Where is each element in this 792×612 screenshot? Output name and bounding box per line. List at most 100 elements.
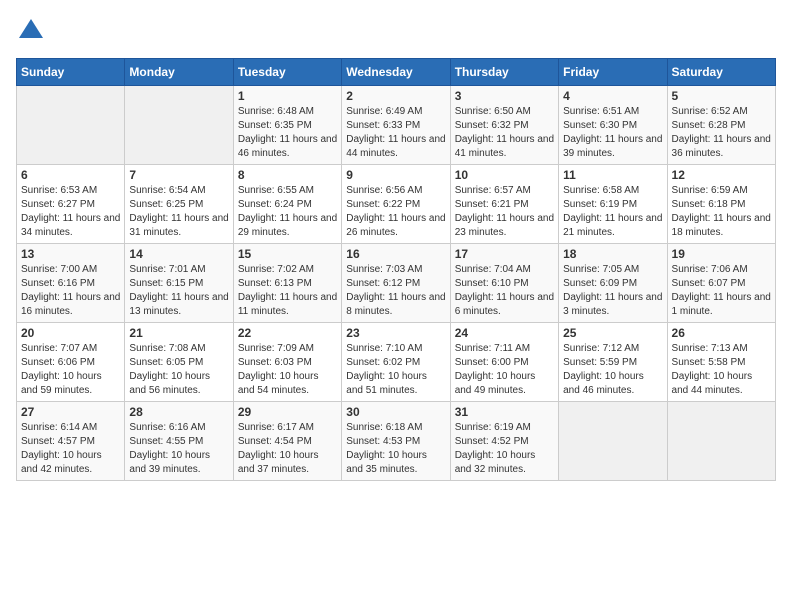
day-number: 13 [21, 247, 120, 261]
day-number: 10 [455, 168, 554, 182]
day-info: Sunrise: 7:13 AM Sunset: 5:58 PM Dayligh… [672, 342, 771, 398]
day-number: 6 [21, 168, 120, 182]
day-number: 4 [563, 89, 662, 103]
day-cell: 31 Sunrise: 6:19 AM Sunset: 4:52 PM Dayli… [450, 402, 558, 481]
week-row-4: 20 Sunrise: 7:07 AM Sunset: 6:06 PM Dayli… [17, 323, 776, 402]
day-cell: 27 Sunrise: 6:14 AM Sunset: 4:57 PM Dayli… [17, 402, 125, 481]
day-number: 24 [455, 326, 554, 340]
day-cell [125, 86, 233, 165]
day-info: Sunrise: 6:14 AM Sunset: 4:57 PM Dayligh… [21, 421, 120, 477]
day-info: Sunrise: 6:49 AM Sunset: 6:33 PM Dayligh… [346, 105, 445, 161]
day-cell: 15 Sunrise: 7:02 AM Sunset: 6:13 PM Dayli… [233, 244, 341, 323]
day-info: Sunrise: 6:48 AM Sunset: 6:35 PM Dayligh… [238, 105, 337, 161]
day-cell: 12 Sunrise: 6:59 AM Sunset: 6:18 PM Dayli… [667, 165, 775, 244]
day-info: Sunrise: 6:50 AM Sunset: 6:32 PM Dayligh… [455, 105, 554, 161]
day-cell: 16 Sunrise: 7:03 AM Sunset: 6:12 PM Dayli… [342, 244, 450, 323]
day-cell: 9 Sunrise: 6:56 AM Sunset: 6:22 PM Daylig… [342, 165, 450, 244]
day-number: 5 [672, 89, 771, 103]
day-number: 8 [238, 168, 337, 182]
day-cell: 29Sunrise: 6:17 AM Sunset: 4:54 PM Dayli… [233, 402, 341, 481]
day-cell: 18Sunrise: 7:05 AM Sunset: 6:09 PM Dayli… [559, 244, 667, 323]
day-number: 12 [672, 168, 771, 182]
day-number: 26 [672, 326, 771, 340]
day-cell: 21 Sunrise: 7:08 AM Sunset: 6:05 PM Dayli… [125, 323, 233, 402]
day-info: Sunrise: 6:18 AM Sunset: 4:53 PM Dayligh… [346, 421, 445, 477]
day-cell: 1 Sunrise: 6:48 AM Sunset: 6:35 PM Daylig… [233, 86, 341, 165]
day-number: 31 [455, 405, 554, 419]
day-number: 22 [238, 326, 337, 340]
day-cell: 26 Sunrise: 7:13 AM Sunset: 5:58 PM Dayli… [667, 323, 775, 402]
day-number: 20 [21, 326, 120, 340]
day-number: 16 [346, 247, 445, 261]
day-info: Sunrise: 6:51 AM Sunset: 6:30 PM Dayligh… [563, 105, 662, 161]
day-cell: 7 Sunrise: 6:54 AM Sunset: 6:25 PM Daylig… [125, 165, 233, 244]
day-number: 15 [238, 247, 337, 261]
day-cell: 20 Sunrise: 7:07 AM Sunset: 6:06 PM Dayli… [17, 323, 125, 402]
logo-icon [16, 16, 46, 46]
day-number: 17 [455, 247, 554, 261]
day-cell: 8 Sunrise: 6:55 AM Sunset: 6:24 PM Daylig… [233, 165, 341, 244]
day-info: Sunrise: 6:53 AM Sunset: 6:27 PM Dayligh… [21, 184, 120, 240]
day-number: 7 [129, 168, 228, 182]
day-cell: 22 Sunrise: 7:09 AM Sunset: 6:03 PM Dayli… [233, 323, 341, 402]
day-cell: 5 Sunrise: 6:52 AM Sunset: 6:28 PM Daylig… [667, 86, 775, 165]
day-info: Sunrise: 6:56 AM Sunset: 6:22 PM Dayligh… [346, 184, 445, 240]
header-cell-tuesday: Tuesday [233, 59, 341, 86]
day-number: 21 [129, 326, 228, 340]
day-cell: 24 Sunrise: 7:11 AM Sunset: 6:00 PM Dayli… [450, 323, 558, 402]
day-info: Sunrise: 6:59 AM Sunset: 6:18 PM Dayligh… [672, 184, 771, 240]
header-cell-sunday: Sunday [17, 59, 125, 86]
day-cell: 2 Sunrise: 6:49 AM Sunset: 6:33 PM Daylig… [342, 86, 450, 165]
day-info: Sunrise: 7:09 AM Sunset: 6:03 PM Dayligh… [238, 342, 337, 398]
day-cell [667, 402, 775, 481]
day-info: Sunrise: 7:00 AM Sunset: 6:16 PM Dayligh… [21, 263, 120, 319]
header-cell-saturday: Saturday [667, 59, 775, 86]
day-cell: 28Sunrise: 6:16 AM Sunset: 4:55 PM Dayli… [125, 402, 233, 481]
day-number: 2 [346, 89, 445, 103]
day-number: 30 [346, 405, 445, 419]
day-number: 27 [21, 405, 120, 419]
header-cell-thursday: Thursday [450, 59, 558, 86]
day-info: Sunrise: 7:01 AM Sunset: 6:15 PM Dayligh… [129, 263, 228, 319]
day-info: Sunrise: 7:10 AM Sunset: 6:02 PM Dayligh… [346, 342, 445, 398]
day-cell [559, 402, 667, 481]
day-number: 11 [563, 168, 662, 182]
day-info: Sunrise: 7:02 AM Sunset: 6:13 PM Dayligh… [238, 263, 337, 319]
logo [16, 16, 50, 46]
day-info: Sunrise: 7:11 AM Sunset: 6:00 PM Dayligh… [455, 342, 554, 398]
day-info: Sunrise: 6:19 AM Sunset: 4:52 PM Dayligh… [455, 421, 554, 477]
day-number: 29 [238, 405, 337, 419]
day-info: Sunrise: 7:08 AM Sunset: 6:05 PM Dayligh… [129, 342, 228, 398]
day-number: 3 [455, 89, 554, 103]
week-row-1: 1 Sunrise: 6:48 AM Sunset: 6:35 PM Daylig… [17, 86, 776, 165]
page-header [16, 16, 776, 46]
day-number: 1 [238, 89, 337, 103]
week-row-5: 27 Sunrise: 6:14 AM Sunset: 4:57 PM Dayli… [17, 402, 776, 481]
day-info: Sunrise: 6:54 AM Sunset: 6:25 PM Dayligh… [129, 184, 228, 240]
day-info: Sunrise: 7:03 AM Sunset: 6:12 PM Dayligh… [346, 263, 445, 319]
day-info: Sunrise: 7:07 AM Sunset: 6:06 PM Dayligh… [21, 342, 120, 398]
day-cell: 17Sunrise: 7:04 AM Sunset: 6:10 PM Dayli… [450, 244, 558, 323]
day-cell: 4 Sunrise: 6:51 AM Sunset: 6:30 PM Daylig… [559, 86, 667, 165]
day-cell: 11 Sunrise: 6:58 AM Sunset: 6:19 PM Dayli… [559, 165, 667, 244]
day-info: Sunrise: 6:52 AM Sunset: 6:28 PM Dayligh… [672, 105, 771, 161]
day-info: Sunrise: 7:12 AM Sunset: 5:59 PM Dayligh… [563, 342, 662, 398]
day-info: Sunrise: 7:05 AM Sunset: 6:09 PM Dayligh… [563, 263, 662, 319]
day-cell: 23Sunrise: 7:10 AM Sunset: 6:02 PM Dayli… [342, 323, 450, 402]
day-cell: 19Sunrise: 7:06 AM Sunset: 6:07 PM Dayli… [667, 244, 775, 323]
day-info: Sunrise: 6:55 AM Sunset: 6:24 PM Dayligh… [238, 184, 337, 240]
day-cell: 6 Sunrise: 6:53 AM Sunset: 6:27 PM Daylig… [17, 165, 125, 244]
day-info: Sunrise: 6:16 AM Sunset: 4:55 PM Dayligh… [129, 421, 228, 477]
header-cell-monday: Monday [125, 59, 233, 86]
day-number: 9 [346, 168, 445, 182]
day-cell [17, 86, 125, 165]
day-cell: 25Sunrise: 7:12 AM Sunset: 5:59 PM Dayli… [559, 323, 667, 402]
day-cell: 13 Sunrise: 7:00 AM Sunset: 6:16 PM Dayli… [17, 244, 125, 323]
day-number: 14 [129, 247, 228, 261]
week-row-3: 13 Sunrise: 7:00 AM Sunset: 6:16 PM Dayli… [17, 244, 776, 323]
day-cell: 30 Sunrise: 6:18 AM Sunset: 4:53 PM Dayli… [342, 402, 450, 481]
header-cell-friday: Friday [559, 59, 667, 86]
header-row: SundayMondayTuesdayWednesdayThursdayFrid… [17, 59, 776, 86]
calendar-table: SundayMondayTuesdayWednesdayThursdayFrid… [16, 58, 776, 481]
day-info: Sunrise: 6:58 AM Sunset: 6:19 PM Dayligh… [563, 184, 662, 240]
